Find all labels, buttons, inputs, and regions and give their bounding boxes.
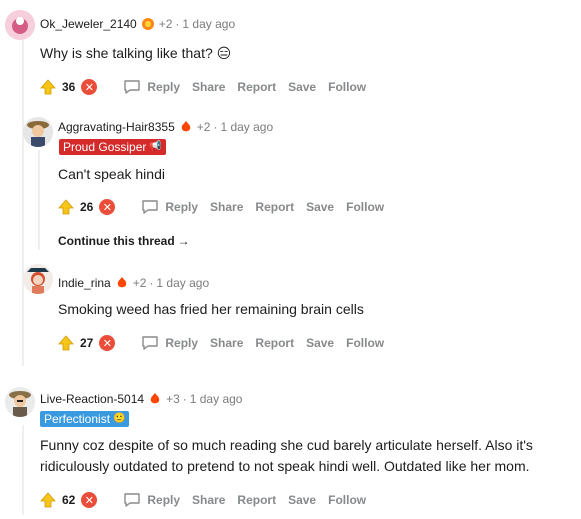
report-button[interactable]: Report [255, 336, 294, 350]
save-button[interactable]: Save [306, 336, 334, 350]
reply-button[interactable]: Reply [165, 336, 198, 350]
comment-meta: Aggravating-Hair8355 +2 · 1 day ago [58, 120, 273, 134]
comment-actions: 27 ✕ Reply Share Report Save Follow [58, 333, 384, 353]
comment-meta: Ok_Jeweler_2140 +2 · 1 day ago [40, 17, 235, 31]
flair-label: Proud Gossiper [63, 140, 147, 154]
follow-button[interactable]: Follow [346, 200, 384, 214]
comment-body: Can't speak hindi [58, 166, 165, 182]
avatar[interactable] [5, 387, 35, 417]
report-button[interactable]: Report [237, 80, 276, 94]
follow-button[interactable]: Follow [328, 493, 366, 507]
upvote-icon[interactable] [40, 79, 56, 95]
upvote-icon[interactable] [40, 492, 56, 508]
comment-actions: 62 ✕ Reply Share Report Save Follow [40, 490, 366, 510]
report-button[interactable]: Report [237, 493, 276, 507]
reply-icon[interactable] [123, 79, 141, 95]
share-button[interactable]: Share [210, 200, 243, 214]
downvote-icon[interactable]: ✕ [81, 79, 98, 95]
comment-actions: 36 ✕ Reply Share Report Save Follow [40, 77, 366, 97]
award-icon [141, 18, 154, 30]
continue-thread-link[interactable]: Continue this thread → [58, 234, 190, 248]
award-count: +2 [196, 120, 211, 134]
timestamp[interactable]: 1 day ago [156, 276, 209, 290]
separator: · [175, 17, 180, 31]
smiley-icon: 🙂 [113, 413, 126, 424]
user-flair: Proud Gossiper 📢 [59, 139, 166, 155]
award-icon [150, 393, 160, 404]
report-button[interactable]: Report [255, 200, 294, 214]
upvote-icon[interactable] [58, 335, 74, 351]
downvote-icon[interactable]: ✕ [99, 335, 116, 351]
award-count: +2 [158, 17, 173, 31]
reply-button[interactable]: Reply [147, 493, 180, 507]
username[interactable]: Indie_rina [58, 276, 111, 290]
award-count: +3 [166, 392, 180, 406]
arrow-right-icon: → [177, 234, 190, 248]
follow-button[interactable]: Follow [346, 336, 384, 350]
flair-label: Perfectionist [44, 412, 111, 426]
avatar[interactable] [23, 117, 53, 147]
upvote-icon[interactable] [58, 199, 74, 215]
continue-thread-label: Continue this thread [58, 234, 175, 248]
score: 26 [80, 200, 94, 214]
timestamp[interactable]: 1 day ago [182, 17, 235, 31]
reply-button[interactable]: Reply [165, 200, 198, 214]
reply-button[interactable]: Reply [147, 80, 180, 94]
score: 62 [62, 493, 76, 507]
comment-meta: Live-Reaction-5014 +3 · 1 day ago [40, 392, 242, 406]
score: 27 [80, 336, 94, 350]
thread-line-last[interactable] [22, 425, 24, 515]
comment-actions: 26 ✕ Reply Share Report Save Follow [58, 197, 384, 217]
username[interactable]: Live-Reaction-5014 [40, 392, 144, 406]
share-button[interactable]: Share [210, 336, 243, 350]
comment-body: Funny coz despite of so much reading she… [40, 437, 533, 474]
comment-body: Why is she talking like that? 😑 [40, 45, 232, 61]
timestamp[interactable]: 1 day ago [220, 120, 273, 134]
avatar[interactable] [23, 264, 53, 294]
share-button[interactable]: Share [192, 493, 225, 507]
award-icon [181, 121, 190, 132]
reply-icon[interactable] [123, 492, 141, 508]
username[interactable]: Ok_Jeweler_2140 [40, 17, 137, 31]
comment-meta: Indie_rina +2 · 1 day ago [58, 276, 209, 290]
thread-line-nested[interactable] [38, 150, 40, 250]
score: 36 [62, 80, 76, 94]
username[interactable]: Aggravating-Hair8355 [58, 120, 175, 134]
comment-body: Smoking weed has fried her remaining bra… [58, 301, 364, 317]
award-icon [117, 277, 126, 288]
separator: · [149, 276, 154, 290]
award-count: +2 [132, 276, 147, 290]
follow-button[interactable]: Follow [328, 80, 366, 94]
separator: · [182, 392, 187, 406]
share-button[interactable]: Share [192, 80, 225, 94]
save-button[interactable]: Save [288, 80, 316, 94]
save-button[interactable]: Save [288, 493, 316, 507]
downvote-icon[interactable]: ✕ [81, 492, 98, 508]
thread-line[interactable] [22, 40, 24, 366]
separator: · [213, 120, 218, 134]
avatar[interactable] [5, 10, 35, 40]
downvote-icon[interactable]: ✕ [99, 199, 116, 215]
megaphone-icon: 📢 [149, 141, 162, 152]
user-flair: Perfectionist 🙂 [40, 411, 130, 427]
timestamp[interactable]: 1 day ago [190, 392, 243, 406]
save-button[interactable]: Save [306, 200, 334, 214]
reply-icon[interactable] [141, 335, 159, 351]
reply-icon[interactable] [141, 199, 159, 215]
